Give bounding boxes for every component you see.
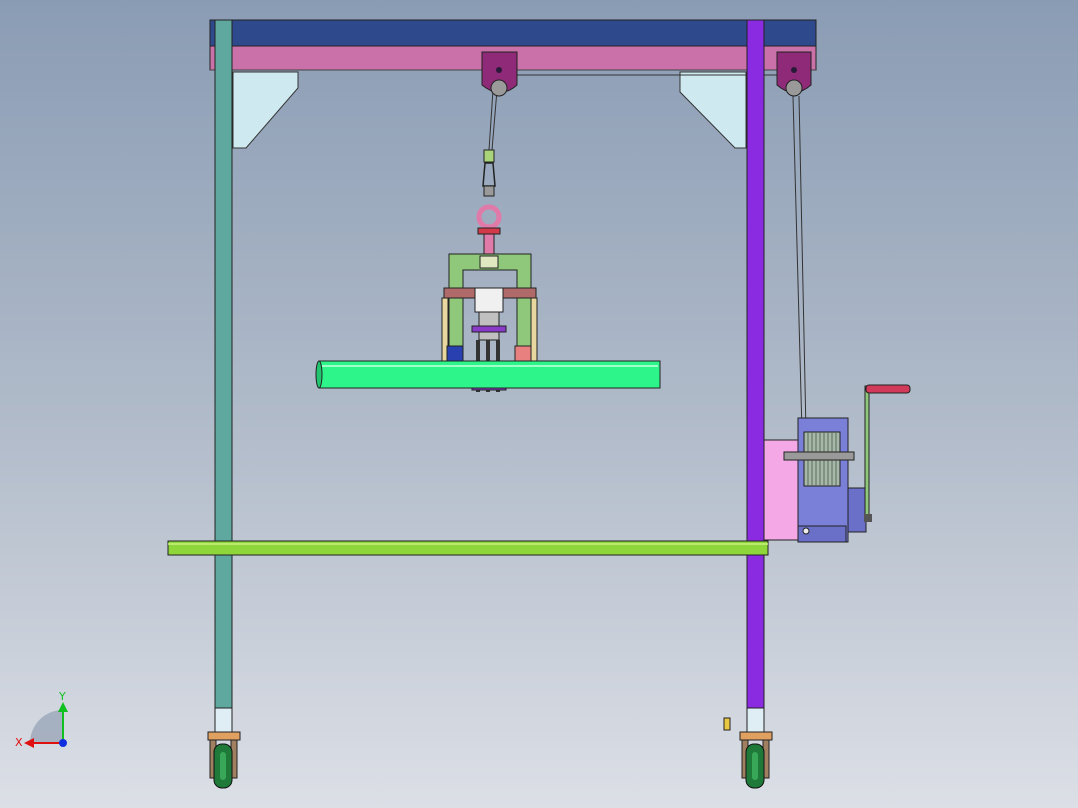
triad-x-label: X	[15, 736, 23, 749]
right-pulley[interactable]	[776, 51, 812, 97]
hand-winch[interactable]	[763, 384, 911, 543]
left-caster[interactable]	[207, 707, 241, 789]
right-caster[interactable]	[723, 707, 773, 789]
right-post[interactable]	[746, 19, 765, 709]
hook-chain[interactable]	[476, 149, 502, 259]
left-post[interactable]	[214, 19, 233, 709]
coordinate-triad[interactable]: Y X	[15, 690, 68, 749]
triad-y-label: Y	[58, 690, 66, 703]
assembly-model[interactable]: Y X	[0, 0, 1078, 808]
graphics-viewport[interactable]: Y X	[0, 0, 1078, 808]
cross-rail[interactable]	[167, 540, 769, 556]
load-pipe[interactable]	[315, 360, 661, 389]
left-pulley[interactable]	[481, 51, 518, 97]
